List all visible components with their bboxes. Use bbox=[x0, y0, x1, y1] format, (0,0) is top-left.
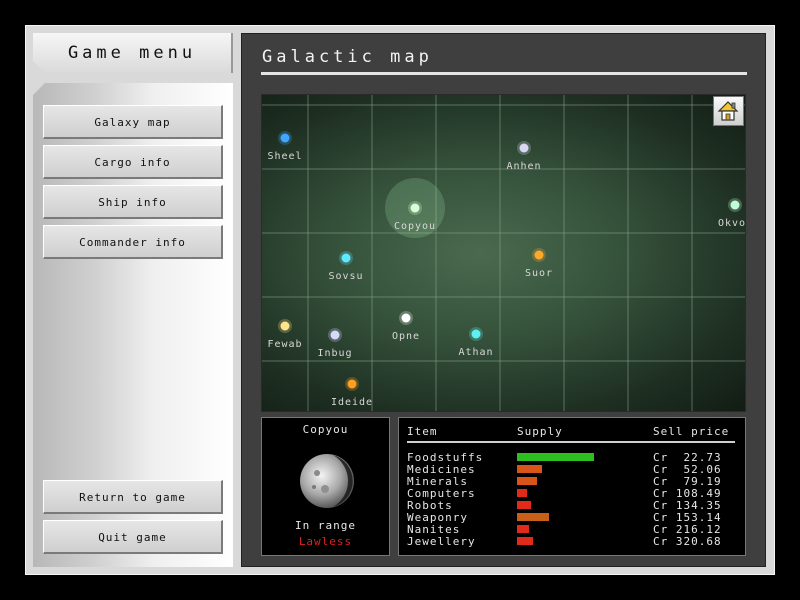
star-dot[interactable] bbox=[534, 250, 544, 260]
star-sheel[interactable]: Sheel bbox=[267, 131, 302, 162]
header-price: Sell price bbox=[653, 425, 730, 438]
star-label: Sheel bbox=[267, 151, 302, 162]
supply-bar bbox=[517, 525, 529, 533]
star-label: Athan bbox=[458, 347, 493, 358]
commander-info-button[interactable]: Commander info bbox=[43, 225, 223, 259]
star-inbug[interactable]: Inbug bbox=[317, 328, 352, 359]
menu-title: Game menu bbox=[67, 43, 197, 63]
return-to-game-button[interactable]: Return to game bbox=[43, 480, 223, 514]
star-label: Ideide bbox=[331, 397, 373, 408]
supply-bar bbox=[517, 537, 533, 545]
market-row[interactable]: Nanites Cr 216.12 bbox=[407, 523, 737, 536]
planet-name: Copyou bbox=[302, 423, 349, 436]
star-ideide[interactable]: Ideide bbox=[331, 377, 373, 408]
cargo-info-button[interactable]: Cargo info bbox=[43, 145, 223, 179]
galactic-map[interactable]: Sheel Anhen Okvo Copyou Sovsu Suor Fewab Inbug O… bbox=[261, 94, 746, 412]
menu-title-tab: Game menu bbox=[33, 33, 233, 73]
item-name: Jewellery bbox=[407, 535, 476, 548]
supply-bar bbox=[517, 489, 527, 497]
market-row[interactable]: Minerals Cr 79.19 bbox=[407, 475, 737, 488]
market-row[interactable]: Foodstuffs Cr 22.73 bbox=[407, 451, 737, 464]
star-anhen[interactable]: Anhen bbox=[506, 141, 541, 172]
market-row[interactable]: Weaponry Cr 153.14 bbox=[407, 511, 737, 524]
star-okvo[interactable]: Okvo bbox=[718, 198, 746, 229]
supply-bar bbox=[517, 453, 594, 461]
star-label: Anhen bbox=[506, 161, 541, 172]
star-dot[interactable] bbox=[730, 200, 740, 210]
star-suor[interactable]: Suor bbox=[525, 248, 553, 279]
star-dot[interactable] bbox=[401, 313, 411, 323]
header-item: Item bbox=[407, 425, 438, 438]
home-button[interactable] bbox=[713, 96, 744, 126]
star-label: Opne bbox=[392, 331, 420, 342]
supply-bar bbox=[517, 501, 531, 509]
star-label: Sovsu bbox=[328, 271, 363, 282]
header-supply: Supply bbox=[517, 425, 563, 438]
star-label: Inbug bbox=[317, 348, 352, 359]
galaxy-map-button[interactable]: Galaxy map bbox=[43, 105, 223, 139]
ship-info-button[interactable]: Ship info bbox=[43, 185, 223, 219]
government-status: Lawless bbox=[298, 535, 353, 548]
star-fewab[interactable]: Fewab bbox=[267, 319, 302, 350]
star-dot[interactable] bbox=[410, 203, 420, 213]
quit-game-button[interactable]: Quit game bbox=[43, 520, 223, 554]
star-label: Fewab bbox=[267, 339, 302, 350]
star-dot[interactable] bbox=[341, 253, 351, 263]
market-row[interactable]: Medicines Cr 52.06 bbox=[407, 463, 737, 476]
star-label: Okvo bbox=[718, 218, 746, 229]
market-row[interactable]: Robots Cr 134.35 bbox=[407, 499, 737, 512]
supply-bar bbox=[517, 465, 542, 473]
panel-title: Galactic map bbox=[262, 47, 433, 67]
home-icon bbox=[717, 101, 739, 121]
star-dot[interactable] bbox=[519, 143, 529, 153]
star-dot[interactable] bbox=[330, 330, 340, 340]
star-label: Copyou bbox=[394, 221, 436, 232]
star-athan[interactable]: Athan bbox=[458, 327, 493, 358]
planet-icon bbox=[300, 454, 354, 508]
star-dot[interactable] bbox=[280, 321, 290, 331]
title-divider bbox=[261, 72, 747, 75]
star-sovsu[interactable]: Sovsu bbox=[328, 251, 363, 282]
map-canvas[interactable]: Sheel Anhen Okvo Copyou Sovsu Suor Fewab Inbug O… bbox=[262, 95, 746, 412]
star-dot[interactable] bbox=[347, 379, 357, 389]
market-row[interactable]: Computers Cr 108.49 bbox=[407, 487, 737, 500]
map-grid bbox=[262, 95, 745, 411]
star-dot[interactable] bbox=[280, 133, 290, 143]
supply-bar bbox=[517, 513, 549, 521]
header-divider bbox=[407, 441, 735, 443]
supply-bar bbox=[517, 477, 537, 485]
star-dot[interactable] bbox=[471, 329, 481, 339]
range-status: In range bbox=[295, 519, 356, 532]
market-row[interactable]: Jewellery Cr 320.68 bbox=[407, 535, 737, 548]
sell-price: Cr 320.68 bbox=[653, 535, 722, 548]
star-opne[interactable]: Opne bbox=[392, 311, 420, 342]
star-label: Suor bbox=[525, 268, 553, 279]
